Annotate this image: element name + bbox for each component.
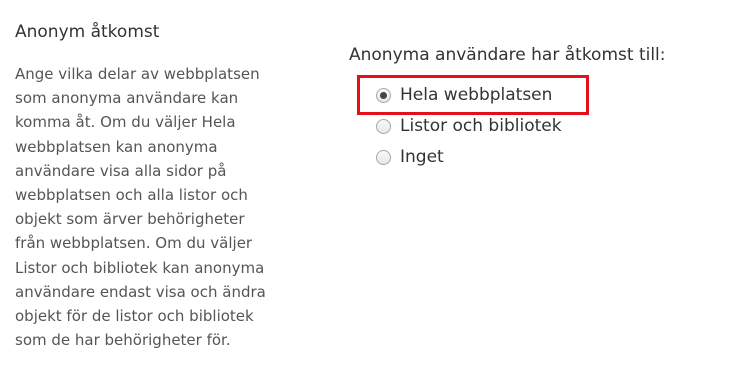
description-line: användare endast visa och ändra xyxy=(15,282,266,301)
description-line: som de har behörigheter för. xyxy=(15,331,231,350)
radio-button[interactable] xyxy=(376,149,391,165)
description-line: Ange vilka delar av webbplatsen xyxy=(15,65,260,83)
description-line: webbplatsen kan anonyma xyxy=(15,137,218,156)
radio-label[interactable]: Inget xyxy=(400,147,444,167)
anonymous-access-page: Anonym åtkomst Ange vilka delar av webbp… xyxy=(0,0,750,379)
radio-selected-dot xyxy=(380,91,387,99)
radio-option-lists-and-libraries[interactable]: Listor och bibliotek xyxy=(376,114,562,138)
description-line: som anonyma användare kan xyxy=(15,89,239,108)
description-line: komma åt. Om du väljer Hela xyxy=(15,113,236,132)
radio-button[interactable] xyxy=(376,118,391,134)
description-line: Listor och bibliotek kan anonyma xyxy=(15,258,265,277)
radio-option-nothing[interactable]: Inget xyxy=(376,145,444,169)
section-title: Anonym åtkomst xyxy=(15,22,160,42)
description-line: objekt för de listor och bibliotek xyxy=(15,307,254,326)
description-line: objekt som ärver behörigheter xyxy=(15,210,245,229)
description-line: användare visa alla sidor på xyxy=(15,161,227,180)
radio-label[interactable]: Listor och bibliotek xyxy=(400,116,562,136)
description-line: webbplatsen och alla listor och xyxy=(15,186,248,205)
radio-label[interactable]: Hela webbplatsen xyxy=(400,85,552,105)
access-options-heading: Anonyma användare har åtkomst till: xyxy=(349,45,666,65)
radio-option-entire-site[interactable]: Hela webbplatsen xyxy=(376,83,552,107)
section-description: Ange vilka delar av webbplatsen som anon… xyxy=(15,62,300,352)
description-line: från webbplatsen. Om du väljer xyxy=(15,234,253,253)
radio-button[interactable] xyxy=(376,87,391,103)
